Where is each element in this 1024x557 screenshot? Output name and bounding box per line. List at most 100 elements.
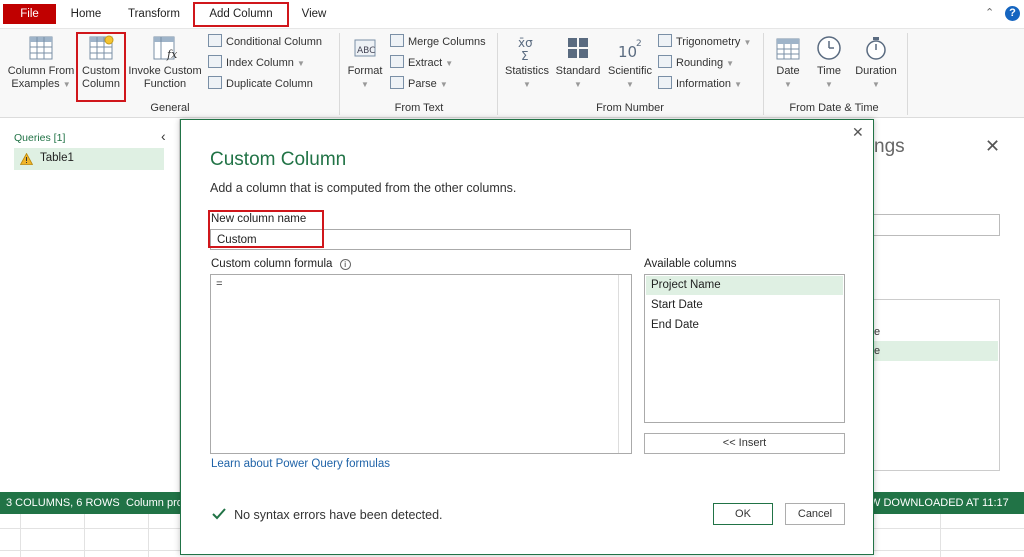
- svg-text:x̄σ: x̄σ: [518, 36, 533, 50]
- available-columns-list: Project Name Start Date End Date: [644, 274, 845, 423]
- warning-icon: [20, 153, 33, 165]
- chevron-down-icon: ▼: [726, 59, 735, 68]
- available-column-item-selected[interactable]: Project Name: [646, 276, 843, 295]
- available-columns-label: Available columns: [644, 258, 737, 270]
- format-label: Format: [347, 65, 383, 77]
- parse-button[interactable]: Parse ▼: [390, 75, 448, 93]
- trigonometry-icon: [658, 34, 672, 47]
- rounding-button[interactable]: Rounding ▼: [658, 54, 734, 72]
- group-label-general: General: [150, 102, 190, 114]
- date-button[interactable]: Date ▼: [770, 34, 806, 91]
- svg-text:2: 2: [636, 39, 642, 49]
- menu-bar: File Home Transform Add Column View ⌃ ?: [0, 0, 1024, 28]
- trigonometry-label: Trigonometry: [676, 36, 741, 48]
- parse-label: Parse: [408, 78, 437, 90]
- index-column-button[interactable]: Index Column ▼: [208, 54, 305, 72]
- tab-home[interactable]: Home: [64, 4, 108, 24]
- ok-button[interactable]: OK: [713, 503, 773, 525]
- svg-text:ABC: ABC: [357, 46, 375, 56]
- query-name-input[interactable]: [874, 214, 1000, 236]
- parse-icon: [390, 76, 404, 89]
- learn-formulas-link[interactable]: Learn about Power Query formulas: [211, 458, 390, 470]
- chevron-down-icon: ▼: [62, 80, 71, 89]
- standard-label: Standard: [555, 65, 601, 77]
- extract-label: Extract: [408, 57, 443, 69]
- conditional-column-button[interactable]: Conditional Column: [208, 33, 322, 51]
- clock-icon: [817, 36, 841, 60]
- dialog-subtitle: Add a column that is computed from the o…: [210, 181, 517, 195]
- column-from-examples-button[interactable]: Column From Examples ▼: [6, 34, 76, 91]
- scientific-label: Scientific: [607, 65, 653, 77]
- queries-pane: Queries [1] ‹ Table1: [0, 119, 180, 492]
- syntax-status-text: No syntax errors have been detected.: [234, 508, 443, 522]
- standard-icon: [568, 38, 588, 58]
- date-label: Date: [776, 65, 800, 77]
- format-button[interactable]: ABC Format ▼: [344, 34, 386, 91]
- applied-step[interactable]: e: [874, 322, 998, 342]
- help-icon[interactable]: ?: [1005, 6, 1020, 21]
- statistics-button[interactable]: x̄σ Σ Statistics ▼: [503, 34, 551, 91]
- scientific-icon: 10 2: [618, 39, 642, 61]
- trigonometry-button[interactable]: Trigonometry ▼: [658, 33, 751, 51]
- available-column-label: Start Date: [651, 299, 703, 311]
- duplicate-column-icon: [208, 76, 222, 89]
- formula-scrollbar[interactable]: [618, 275, 631, 453]
- merge-columns-label: Merge Columns: [408, 36, 486, 48]
- chevron-down-icon: ▼: [734, 80, 743, 89]
- syntax-status: No syntax errors have been detected.: [211, 507, 443, 522]
- insert-button[interactable]: << Insert: [644, 433, 845, 454]
- chevron-down-icon: ▼: [743, 38, 752, 47]
- invoke-custom-function-label1: Invoke Custom: [128, 65, 202, 77]
- group-label-from-number: From Number: [596, 102, 664, 114]
- chevron-down-icon: ▼: [296, 59, 305, 68]
- applied-step-selected[interactable]: e: [874, 341, 998, 361]
- close-icon[interactable]: ✕: [852, 124, 864, 141]
- svg-text:10: 10: [618, 43, 637, 61]
- tab-file[interactable]: File: [3, 4, 56, 24]
- chevron-down-icon: ▼: [523, 80, 531, 89]
- time-label: Time: [816, 65, 842, 77]
- merge-columns-button[interactable]: Merge Columns: [390, 33, 486, 51]
- query-item[interactable]: Table1: [14, 148, 164, 170]
- rounding-label: Rounding: [676, 57, 724, 69]
- chevron-down-icon: ▼: [825, 80, 833, 89]
- column-from-examples-icon: [29, 36, 53, 60]
- collapse-pane-icon[interactable]: ‹: [161, 128, 166, 144]
- duplicate-column-button[interactable]: Duplicate Column: [208, 75, 313, 93]
- column-from-examples-label1: Column From: [7, 65, 75, 77]
- info-icon[interactable]: i: [339, 259, 351, 270]
- highlight-box-new-column-name: [208, 210, 324, 248]
- information-button[interactable]: Information ▼: [658, 75, 742, 93]
- index-column-label: Index Column: [226, 57, 294, 69]
- duration-button[interactable]: Duration ▼: [850, 34, 902, 91]
- conditional-column-label: Conditional Column: [226, 36, 322, 48]
- available-column-item[interactable]: End Date: [646, 316, 843, 335]
- conditional-column-icon: [208, 34, 222, 47]
- available-column-item[interactable]: Start Date: [646, 296, 843, 315]
- cancel-button[interactable]: Cancel: [785, 503, 845, 525]
- chevron-down-icon: ▼: [439, 80, 448, 89]
- extract-button[interactable]: Extract ▼: [390, 54, 453, 72]
- applied-steps-list: e e: [874, 299, 1000, 471]
- dialog-title: Custom Column: [210, 149, 347, 170]
- invoke-custom-function-label2: Function: [143, 78, 187, 90]
- group-separator: [339, 33, 340, 115]
- formula-editor[interactable]: =: [210, 274, 632, 454]
- ribbon: Column From Examples ▼ Custom Column fx …: [0, 28, 1024, 118]
- statistics-label: Statistics: [504, 65, 549, 77]
- group-separator: [907, 33, 908, 115]
- queries-header: Queries [1]: [14, 132, 66, 144]
- collapse-ribbon-icon[interactable]: ⌃: [985, 6, 994, 19]
- merge-columns-icon: [390, 34, 404, 47]
- information-label: Information: [676, 78, 732, 90]
- tab-view[interactable]: View: [296, 4, 332, 24]
- chevron-down-icon: ▼: [574, 80, 582, 89]
- tab-transform[interactable]: Transform: [120, 4, 188, 24]
- format-icon: ABC: [354, 39, 376, 57]
- invoke-custom-function-button[interactable]: fx Invoke Custom Function: [126, 34, 204, 91]
- scientific-button[interactable]: 10 2 Scientific ▼: [604, 34, 656, 91]
- highlight-box-custom-column: [76, 32, 126, 102]
- standard-button[interactable]: Standard ▼: [553, 34, 603, 91]
- close-pane-icon[interactable]: ✕: [985, 136, 1000, 157]
- time-button[interactable]: Time ▼: [812, 34, 846, 91]
